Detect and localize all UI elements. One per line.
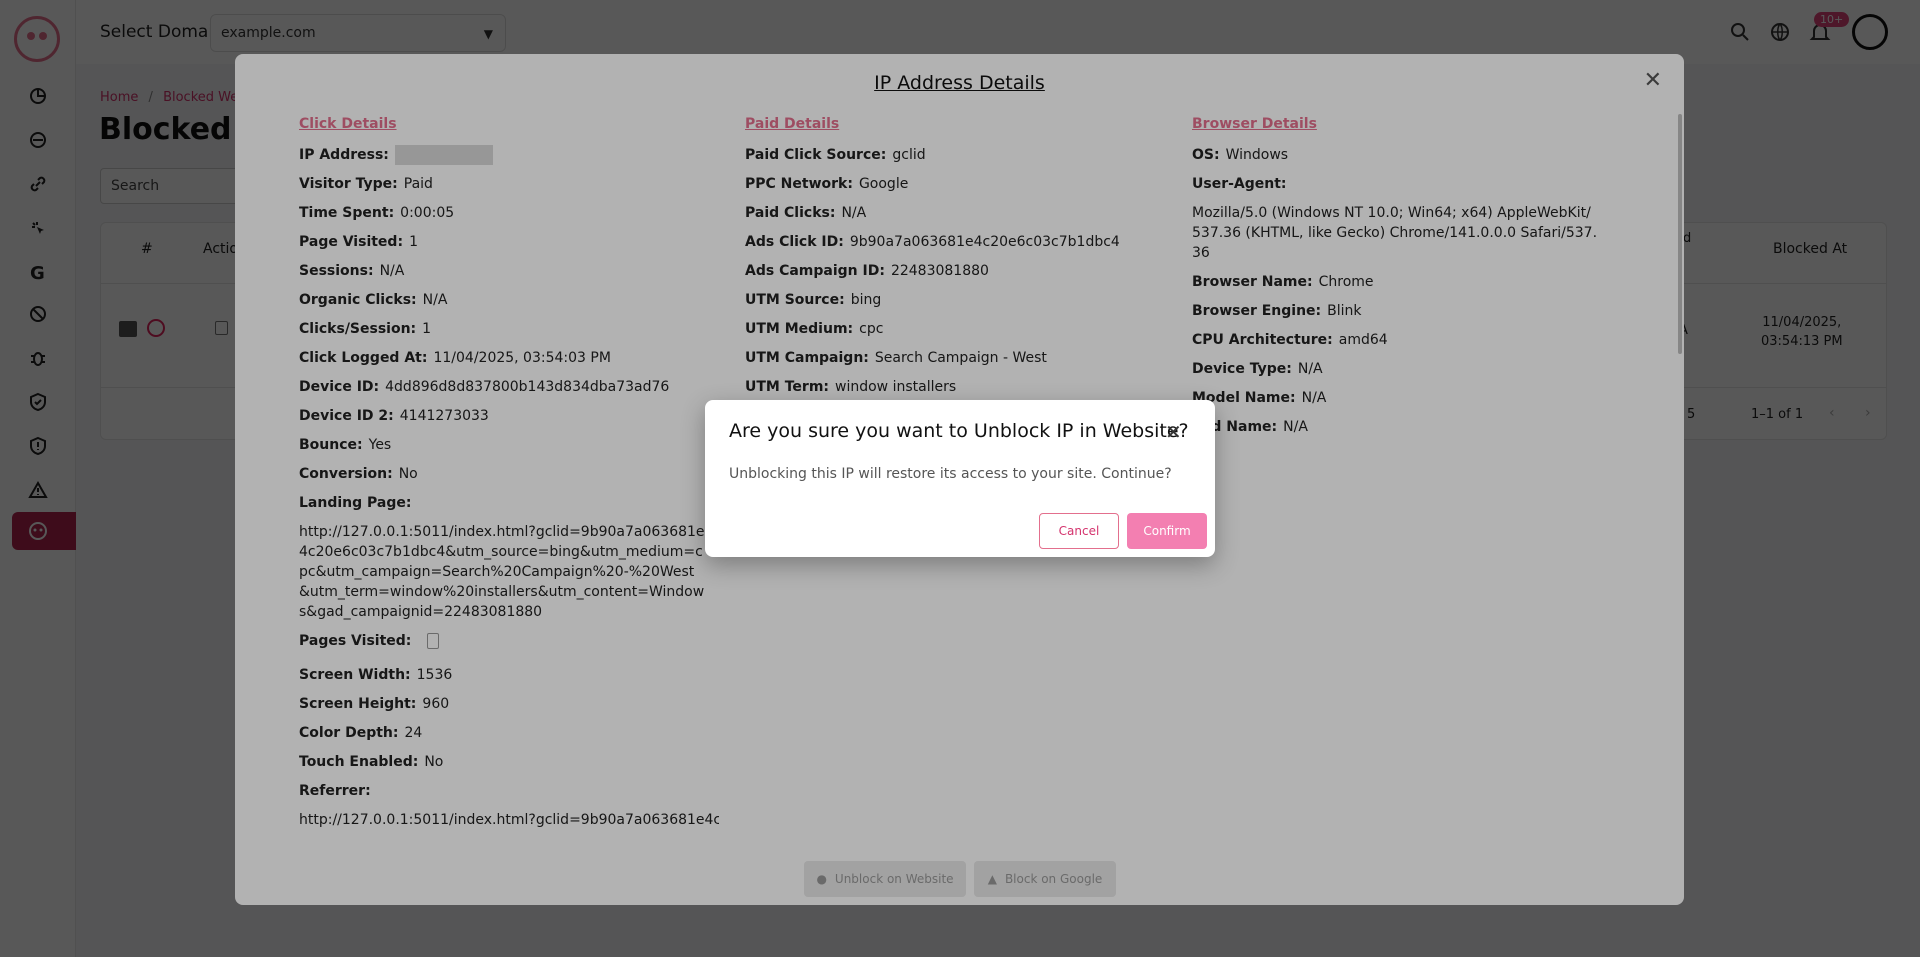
cancel-button[interactable]: Cancel [1039, 513, 1119, 549]
close-icon[interactable]: ✕ [1165, 420, 1182, 444]
confirm-button[interactable]: Confirm [1127, 513, 1207, 549]
confirm-dialog: Are you sure you want to Unblock IP in W… [705, 400, 1215, 557]
dialog-message: Unblocking this IP will restore its acce… [729, 466, 1172, 482]
dialog-title: Are you sure you want to Unblock IP in W… [729, 420, 1189, 442]
